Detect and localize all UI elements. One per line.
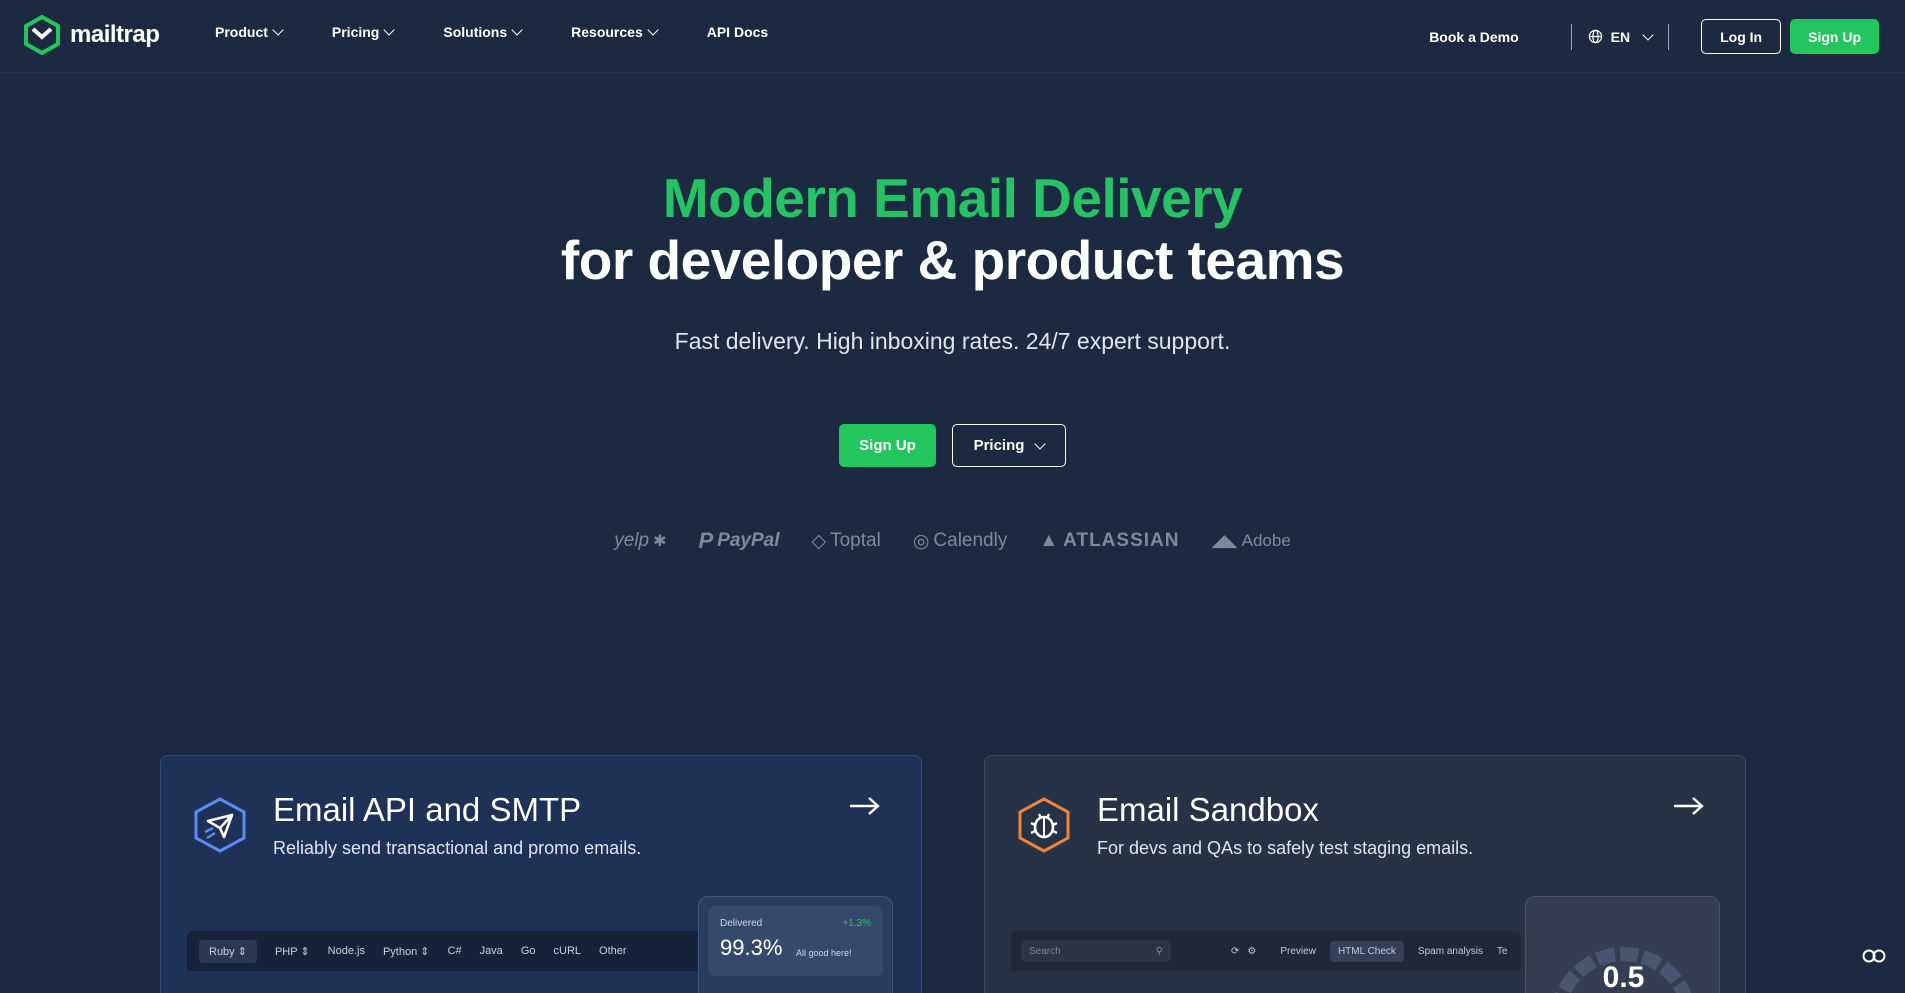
gauge-value: 0.5 [1602, 961, 1645, 993]
search-placeholder: Search [1029, 945, 1061, 957]
top-nav: mailtrap Product Pricing Solutions Resou… [0, 0, 1905, 73]
language-tab-label: Python [382, 945, 418, 958]
paypal-logo-text: PayPal [717, 530, 780, 551]
adobe-logo: ◢◣ Adobe [1211, 531, 1291, 550]
language-tab-label: PHP [274, 945, 298, 958]
login-button[interactable]: Log In [1701, 19, 1782, 54]
divider [1668, 23, 1670, 50]
stat-note: All good here! [796, 948, 852, 958]
language-tab-nodejs[interactable]: Node.js [328, 945, 365, 957]
language-label: EN [1610, 28, 1631, 45]
yelp-logo: yelp ✱ [614, 530, 667, 551]
paypal-logo: P PayPal [698, 528, 780, 553]
signup-button[interactable]: Sign Up [1790, 19, 1879, 54]
nav-actions: Book a Demo EN Log In Sign Up [1429, 19, 1879, 54]
language-tab-curl[interactable]: cURL [554, 945, 582, 957]
sandbox-toolbar: Search ⚲ ⟳ ⚙ Preview HTML Check Spam ana… [1011, 931, 1521, 971]
toptal-logo-text: Toptal [830, 530, 881, 551]
language-tab-csharp[interactable]: C# [448, 945, 462, 957]
chevron-down-icon [383, 24, 396, 36]
language-tab-java[interactable]: Java [480, 945, 503, 957]
menu-resources-label: Resources [571, 24, 643, 40]
chevron-down-icon [647, 24, 659, 36]
delivered-stat: Delivered +1.3% 99.3% All good here! [708, 906, 883, 976]
sandbox-search-input[interactable]: Search ⚲ [1021, 940, 1171, 962]
chevron-down-icon [1034, 437, 1047, 450]
mailtrap-logo[interactable]: mailtrap [24, 15, 160, 55]
adobe-logo-text: Adobe [1241, 531, 1291, 550]
hero-signup-button[interactable]: Sign Up [839, 424, 936, 467]
toptal-logo: ◇ Toptal [811, 530, 881, 552]
language-tab-ruby[interactable]: Ruby ⇕ [199, 939, 257, 963]
language-tab-go[interactable]: Go [521, 945, 536, 957]
atlassian-logo: ▲ ATLASSIAN [1039, 530, 1180, 551]
settings-icon[interactable]: ⚙ [1247, 946, 1256, 957]
hero-actions: Sign Up Pricing [0, 424, 1905, 467]
menu-solutions[interactable]: Solutions [443, 24, 523, 40]
tab-html-check[interactable]: HTML Check [1329, 940, 1404, 962]
card-title: Email Sandbox [1097, 791, 1319, 828]
tab-spam-analysis[interactable]: Spam analysis [1418, 946, 1483, 957]
language-tabs: Ruby ⇕ PHP ⇕ Node.js Python ⇕ C# Java Go… [187, 931, 747, 971]
refresh-icon[interactable]: ⟳ [1231, 946, 1239, 957]
spam-score-gauge: 0.5 [1525, 896, 1720, 993]
arrow-right-icon[interactable] [1673, 796, 1705, 821]
customer-logos: yelp ✱ P PayPal ◇ Toptal ◎ Calendly ▲ ATLASSI… [0, 528, 1905, 554]
globe-icon [1588, 29, 1602, 44]
bug-icon [1017, 796, 1071, 859]
delivery-stat-widget: Delivered +1.3% 99.3% All good here! [698, 896, 893, 993]
card-description: Reliably send transactional and promo em… [273, 838, 642, 858]
calendly-logo-text: Calendly [933, 530, 1008, 551]
menu-api-docs[interactable]: API Docs [707, 24, 768, 40]
atlassian-logo-text: ATLASSIAN [1063, 530, 1180, 551]
language-tab-php[interactable]: PHP ⇕ [275, 945, 310, 958]
tab-preview[interactable]: Preview [1280, 946, 1316, 957]
hero-title-line2: for developer & product teams [560, 229, 1345, 291]
email-api-card[interactable]: Email API and SMTP Reliably send transac… [160, 755, 922, 993]
menu-solutions-label: Solutions [443, 24, 508, 40]
chevron-down-icon [511, 24, 523, 36]
calendly-logo: ◎ Calendly [912, 530, 1008, 552]
card-title: Email API and SMTP [273, 791, 582, 828]
accessibility-toggle-icon[interactable] [1861, 948, 1887, 969]
paper-plane-icon [193, 796, 247, 859]
arrow-right-icon[interactable] [849, 796, 881, 821]
menu-resources[interactable]: Resources [571, 24, 659, 40]
menu-api-docs-label: API Docs [706, 24, 769, 40]
stat-label: Delivered [720, 918, 763, 929]
menu-pricing[interactable]: Pricing [331, 24, 396, 40]
mailtrap-logo-icon [24, 15, 60, 55]
hero-subtitle: Fast delivery. High inboxing rates. 24/7… [674, 328, 1231, 354]
language-selector[interactable]: EN [1572, 29, 1668, 45]
chevron-down-icon [272, 24, 284, 36]
menu-product-label: Product [215, 24, 268, 40]
language-tab-label: Ruby [209, 945, 235, 958]
stat-delta: +1.3% [842, 918, 871, 929]
hero-title-line1: Modern Email Delivery [662, 167, 1243, 229]
search-icon: ⚲ [1155, 945, 1163, 957]
tab-tech-info[interactable]: Te [1497, 946, 1508, 957]
menu-product[interactable]: Product [215, 24, 284, 40]
language-tab-python[interactable]: Python ⇕ [383, 945, 430, 958]
hero-pricing-button[interactable]: Pricing [952, 424, 1066, 467]
hero-pricing-label: Pricing [973, 437, 1025, 454]
logo-text: mailtrap [70, 21, 160, 48]
yelp-logo-text: yelp [614, 530, 650, 551]
language-tab-other[interactable]: Other [599, 945, 627, 957]
main-menu: Product Pricing Solutions Resources API … [215, 24, 818, 40]
chevron-down-icon [1642, 28, 1654, 41]
card-description: For devs and QAs to safely test staging … [1097, 838, 1474, 858]
stat-value: 99.3% [720, 935, 783, 960]
book-demo-link[interactable]: Book a Demo [1429, 29, 1518, 45]
email-sandbox-card[interactable]: Email Sandbox For devs and QAs to safely… [984, 755, 1746, 993]
menu-pricing-label: Pricing [331, 24, 380, 40]
